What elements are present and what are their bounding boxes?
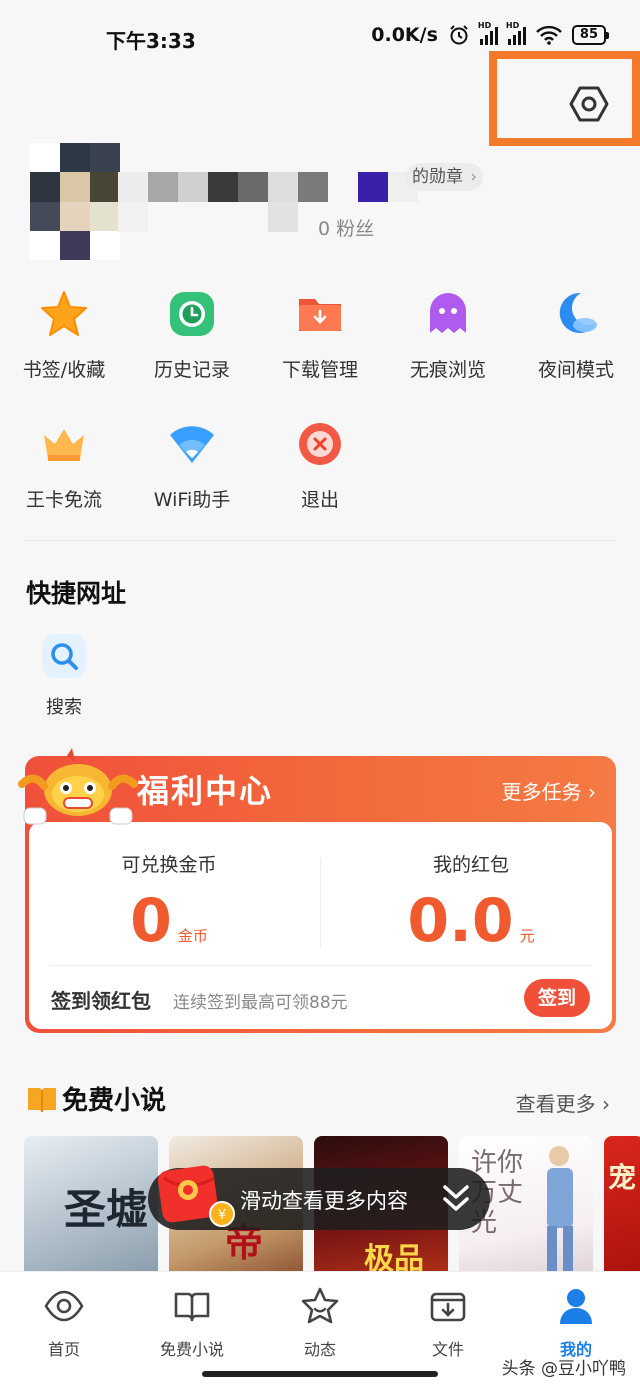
shortcuts-title: 快捷网址	[26, 579, 127, 608]
sign-in-title: 签到领红包	[51, 989, 151, 1013]
see-more-label: 查看更多	[515, 1092, 596, 1116]
nav-free-novels[interactable]: 免费小说	[128, 1286, 256, 1360]
clock-icon	[165, 287, 219, 341]
novel-cover[interactable]: 圣墟	[24, 1136, 158, 1271]
shortcut-search[interactable]: 搜索	[0, 629, 128, 719]
quick-action-label: 书签/收藏	[22, 359, 106, 381]
novel-cover-title: 极品	[364, 1242, 424, 1271]
sign-in-button[interactable]: 签到	[524, 979, 590, 1017]
battery-icon: 85	[571, 25, 610, 45]
quick-action-bookmarks[interactable]: 书签/收藏	[0, 287, 128, 382]
medal-label: 的勋章	[412, 167, 463, 187]
quick-action-label: 退出	[300, 489, 339, 511]
network-speed: 0.0K/s	[371, 24, 438, 46]
watermark: 头条 @豆小吖鸭	[501, 1359, 626, 1379]
cover-figures	[547, 1146, 573, 1271]
welfare-panel: 可兑换金币 0 金币 我的红包 0.0 元 签到领红包 连续签到最高可领88元 签到	[29, 822, 612, 1029]
see-more-link[interactable]: 查看更多 ›	[516, 1088, 610, 1117]
redpack-unit: 元	[519, 927, 535, 945]
medal-link[interactable]: 的勋章 ›	[406, 163, 483, 191]
quick-action-label: 夜间模式	[537, 359, 614, 381]
more-tasks-label: 更多任务	[501, 780, 582, 804]
book-icon	[174, 1292, 210, 1322]
nav-feed[interactable]: 动态	[256, 1286, 384, 1360]
red-packet-icon[interactable]: ¥	[156, 1160, 238, 1232]
open-book-icon	[28, 1087, 56, 1112]
settings-highlight-box	[489, 51, 640, 146]
coins-label: 可兑换金币	[121, 854, 217, 876]
novel-cover-title: 圣墟	[64, 1185, 149, 1234]
quick-action-history[interactable]: 历史记录	[128, 287, 256, 382]
quick-action-night-mode[interactable]: 夜间模式	[512, 287, 640, 382]
wifi-status-icon	[536, 25, 562, 45]
nav-label: 免费小说	[159, 1340, 224, 1359]
svg-text:¥: ¥	[218, 1208, 226, 1223]
coins-unit: 金币	[177, 927, 208, 945]
chevron-right-icon: ›	[588, 780, 596, 804]
ghost-icon	[421, 287, 475, 341]
quick-action-exit[interactable]: 退出	[256, 417, 384, 512]
quick-action-king-card[interactable]: 王卡免流	[0, 417, 128, 512]
nav-files[interactable]: 文件	[384, 1286, 512, 1360]
quick-action-incognito[interactable]: 无痕浏览	[384, 287, 512, 382]
signal-icon-2: HD	[506, 21, 526, 45]
status-time: 下午3:33	[106, 29, 196, 53]
free-novels-title: 免费小说	[62, 1086, 167, 1116]
quick-action-label: 王卡免流	[25, 489, 102, 511]
home-indicator[interactable]	[202, 1371, 438, 1377]
quick-action-downloads[interactable]: 下载管理	[256, 287, 384, 382]
crown-icon	[37, 417, 91, 471]
alarm-icon	[450, 25, 468, 45]
quick-action-label: 下载管理	[281, 359, 358, 381]
nav-home[interactable]: 首页	[0, 1286, 128, 1360]
search-icon	[37, 629, 91, 683]
file-download-icon	[430, 1292, 466, 1322]
nav-mine[interactable]: 我的	[512, 1286, 640, 1360]
more-tasks-link[interactable]: 更多任务 ›	[502, 776, 596, 805]
novel-cover-title: 宠	[608, 1161, 637, 1194]
redpack-label: 我的红包	[432, 854, 509, 876]
novel-cover[interactable]: 宠	[604, 1136, 640, 1271]
welfare-separator	[320, 858, 321, 948]
redpack-value: 0.0	[407, 886, 514, 956]
star-icon	[37, 287, 91, 341]
chevron-right-icon: ›	[602, 1092, 610, 1116]
redpack-block[interactable]: 我的红包 0.0 元	[371, 850, 571, 951]
welfare-title: 福利中心	[137, 772, 274, 810]
avatar[interactable]	[30, 143, 120, 260]
quick-action-label: 历史记录	[153, 359, 230, 381]
quick-action-label: 无痕浏览	[409, 359, 486, 381]
fans-count[interactable]: 0 粉丝	[318, 214, 374, 241]
sign-in-subtitle: 连续签到最高可领88元	[173, 993, 348, 1013]
exit-icon	[293, 417, 347, 471]
person-icon	[560, 1289, 592, 1324]
welfare-divider	[49, 965, 592, 966]
section-divider	[24, 540, 616, 541]
chevron-right-icon: ›	[470, 167, 477, 187]
free-novels-header: 免费小说	[26, 1080, 166, 1117]
scroll-hint-text: 滑动查看更多内容	[240, 1189, 408, 1213]
quick-action-wifi[interactable]: WiFi助手	[128, 417, 256, 512]
star-outline-icon	[301, 1287, 339, 1324]
nav-label: 文件	[431, 1340, 464, 1359]
quick-action-label: WiFi助手	[153, 489, 231, 511]
double-chevron-down-icon	[443, 1185, 469, 1211]
eye-icon	[44, 1290, 84, 1322]
wifi-icon	[165, 417, 219, 471]
coins-value: 0	[130, 886, 172, 956]
lion-mascot-icon	[18, 748, 138, 825]
moon-icon	[549, 287, 603, 341]
status-indicators: 0.0K/s HD HD 85	[371, 21, 610, 46]
settings-icon[interactable]	[569, 84, 609, 124]
nav-label: 动态	[303, 1340, 336, 1359]
shortcut-label: 搜索	[46, 697, 82, 718]
nav-label: 首页	[47, 1340, 80, 1359]
signal-icon: HD	[478, 21, 498, 45]
coins-block[interactable]: 可兑换金币 0 金币	[69, 850, 269, 951]
download-folder-icon	[293, 287, 347, 341]
